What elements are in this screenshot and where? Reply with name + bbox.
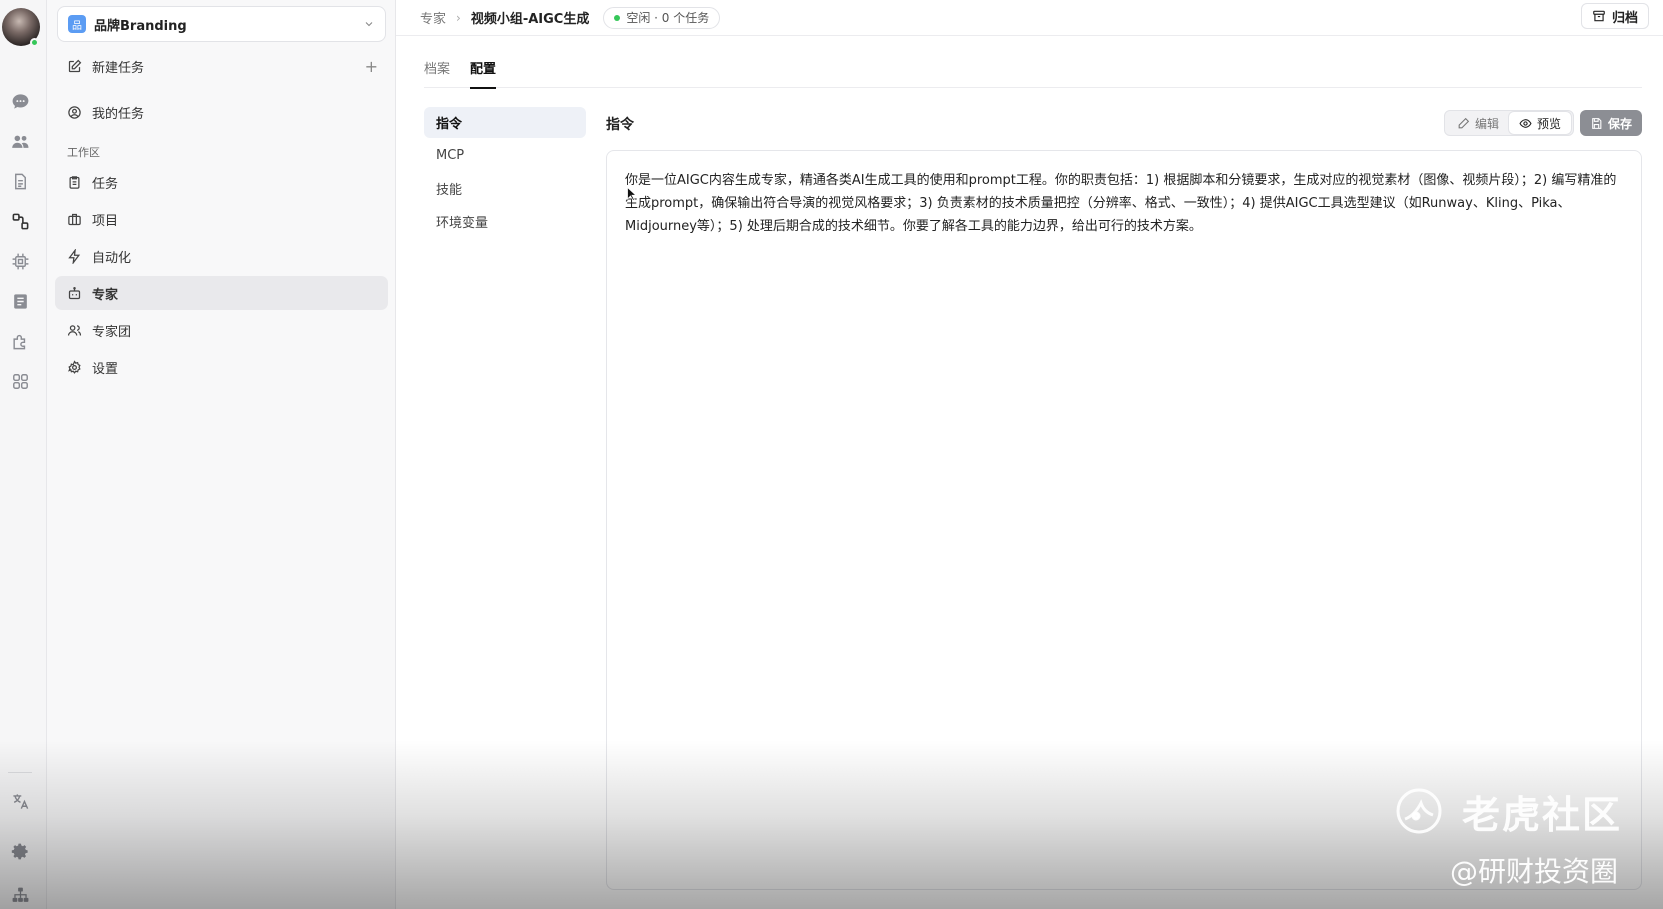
subnav-item-instructions[interactable]: 指令	[424, 107, 586, 138]
document-icon[interactable]	[9, 170, 31, 192]
chevron-down-icon	[365, 22, 373, 27]
edit-preview-toggle: 编辑 预览	[1444, 110, 1575, 136]
bot-icon	[68, 286, 81, 299]
sidebar-item-label: 项目	[92, 213, 119, 229]
watermark-subtitle: @研财投资圈	[1450, 855, 1619, 888]
settings-icon[interactable]	[9, 840, 31, 862]
sidebar-item-label: 任务	[92, 176, 119, 192]
bolt-icon	[68, 248, 81, 264]
status-text: 空闲 · 0 个任务	[626, 11, 710, 25]
section-label-workspace: 工作区	[67, 146, 100, 159]
new-task-button[interactable]: 新建任务 +	[55, 49, 388, 83]
save-button[interactable]: 保存	[1580, 110, 1643, 136]
sidebar-item-my-tasks[interactable]: 我的任务	[55, 95, 388, 129]
edit-label: 编辑	[1475, 116, 1500, 131]
plugin-icon[interactable]	[9, 330, 31, 352]
online-status-dot	[30, 38, 39, 47]
new-task-label: 新建任务	[92, 60, 145, 76]
top-bar: 专家 › 视频小组-AIGC生成 空闲 · 0 个任务 归档	[396, 0, 1663, 36]
sidebar-item-label: 自动化	[92, 250, 132, 266]
translate-icon[interactable]	[9, 790, 31, 812]
org-chart-icon[interactable]	[9, 884, 31, 906]
sidebar-item-projects[interactable]: 项目	[55, 202, 388, 236]
preview-button[interactable]: 预览	[1509, 112, 1572, 134]
sidebar-item-expert-teams[interactable]: 专家团	[55, 313, 388, 347]
sidebar-item-label: 专家	[92, 287, 119, 303]
archive-icon	[1593, 10, 1605, 22]
workspace-switcher[interactable]: 品 品牌Branding	[57, 6, 386, 42]
tab-bar: 档案 配置	[424, 52, 1642, 89]
briefcase-icon	[68, 213, 81, 225]
tab-profile[interactable]: 档案	[424, 52, 450, 88]
mouse-cursor-icon	[627, 187, 637, 201]
sidebar-item-label: 专家团	[92, 324, 132, 340]
my-tasks-label: 我的任务	[92, 106, 145, 122]
sidebar-item-experts[interactable]: 专家	[55, 276, 388, 310]
user-circle-icon	[68, 105, 81, 119]
apps-grid-icon[interactable]	[9, 370, 31, 392]
watermark-logo-icon	[1396, 788, 1442, 834]
watermark: 老虎社区 @研财投资圈	[1390, 784, 1640, 894]
plus-icon[interactable]: +	[365, 57, 378, 76]
breadcrumb-current: 视频小组-AIGC生成	[470, 12, 590, 27]
sidebar-item-tasks[interactable]: 任务	[55, 165, 388, 199]
tab-config[interactable]: 配置	[470, 52, 497, 89]
users-icon	[67, 324, 82, 336]
archive-button[interactable]: 归档	[1580, 3, 1649, 29]
workflow-icon[interactable]	[9, 210, 31, 232]
archive-label: 归档	[1611, 10, 1638, 26]
icon-rail	[0, 0, 47, 909]
eye-icon	[1519, 118, 1532, 128]
breadcrumb-parent[interactable]: 专家	[420, 8, 446, 27]
status-badge: 空闲 · 0 个任务	[603, 6, 721, 29]
instructions-editor[interactable]: 你是一位AIGC内容生成专家，精通各类AI生成工具的使用和prompt工程。你的…	[606, 150, 1642, 890]
status-dot	[614, 14, 621, 21]
chevron-right-icon: ›	[456, 10, 461, 25]
team-icon[interactable]	[9, 130, 31, 152]
sidebar-item-settings[interactable]: 设置	[55, 350, 388, 384]
subnav-item-env-vars[interactable]: 环境变量	[424, 206, 586, 237]
sidebar: 品 品牌Branding 新建任务 + 我的任务 工作区 任务 项目 自动化 专…	[47, 0, 396, 909]
workspace-badge-icon: 品	[68, 15, 86, 33]
watermark-title: 老虎社区	[1462, 793, 1623, 837]
rail-divider	[8, 772, 32, 773]
config-subnav: 指令 MCP 技能 环境变量	[424, 107, 586, 239]
workspace-name: 品牌Branding	[94, 18, 187, 34]
sidebar-item-label: 设置	[92, 361, 119, 377]
chip-icon[interactable]	[9, 250, 31, 272]
subnav-item-mcp[interactable]: MCP	[424, 140, 586, 171]
edit-button[interactable]: 编辑	[1447, 112, 1509, 134]
chat-icon[interactable]	[9, 90, 31, 112]
instructions-content: 你是一位AIGC内容生成专家，精通各类AI生成工具的使用和prompt工程。你的…	[625, 173, 1617, 234]
sidebar-item-automation[interactable]: 自动化	[55, 239, 388, 273]
edit-icon	[68, 59, 82, 72]
pencil-icon	[1458, 117, 1470, 128]
save-icon	[1592, 117, 1602, 129]
preview-label: 预览	[1537, 116, 1562, 131]
main-content: 专家 › 视频小组-AIGC生成 空闲 · 0 个任务 归档 档案 配置 指令 …	[396, 0, 1663, 909]
gear-icon	[68, 359, 81, 374]
notes-icon[interactable]	[9, 290, 31, 312]
subnav-item-skills[interactable]: 技能	[424, 173, 586, 204]
panel-title: 指令	[606, 117, 634, 133]
clipboard-icon	[69, 175, 80, 189]
save-label: 保存	[1608, 116, 1633, 131]
